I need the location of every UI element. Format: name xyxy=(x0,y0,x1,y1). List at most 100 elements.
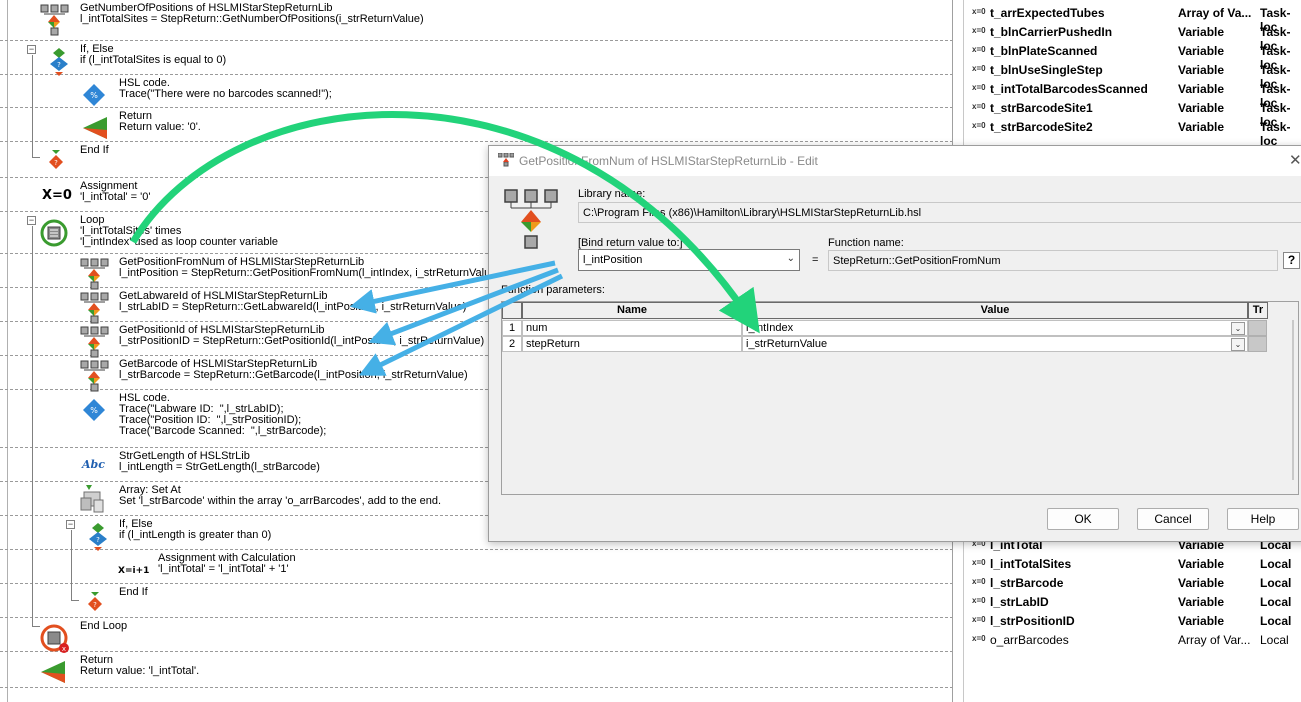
bind-return-combo[interactable]: l_intPosition ⌄ xyxy=(578,249,800,271)
variable-scope: Local xyxy=(1260,557,1292,571)
hsl-code-icon: % xyxy=(82,83,106,110)
method-step[interactable]: % HSL code. Trace("There were no barcodes … xyxy=(0,75,952,110)
tree-connector xyxy=(32,157,40,158)
variable-row[interactable]: x=0 t_strBarcodeSite1 Variable Task-loc xyxy=(964,99,1301,129)
dialog-titlebar[interactable]: GetPositionFromNum of HSLMIStarStepRetur… xyxy=(489,146,1301,176)
help-question-icon[interactable]: ? xyxy=(1283,252,1300,269)
variable-type: Array of Var... xyxy=(1178,633,1251,647)
cancel-button[interactable]: Cancel xyxy=(1137,508,1209,530)
method-step[interactable]: Return Return value: '0'. xyxy=(0,108,952,142)
variable-type-icon: x=0 xyxy=(972,83,986,92)
variable-type: Variable xyxy=(1178,63,1225,77)
variable-type-icon: x=0 xyxy=(972,634,986,643)
variable-type: Variable xyxy=(1178,101,1225,115)
variable-type: Variable xyxy=(1178,576,1225,590)
variable-row[interactable]: x=0 o_arrBarcodes Array of Var... Local xyxy=(964,631,1301,650)
chevron-down-icon[interactable]: ⌄ xyxy=(787,253,795,264)
step-detail: 'l_intTotal' = 'l_intTotal' + '1' xyxy=(158,563,289,575)
method-step[interactable]: GetNumberOfPositions of HSLMIStarStepRet… xyxy=(0,0,952,41)
svg-text:?: ? xyxy=(57,61,61,69)
variable-row[interactable]: x=0 t_blnCarrierPushedIn Variable Task-loc xyxy=(964,23,1301,53)
string-length-icon: Abc xyxy=(82,458,105,471)
method-step[interactable]: ? If, Else if (l_intTotalSites is equal to… xyxy=(0,41,952,76)
function-name-label: Function name: xyxy=(828,237,904,249)
chevron-down-icon[interactable]: ⌄ xyxy=(1231,322,1245,335)
variable-type-icon: x=0 xyxy=(972,102,986,111)
collapse-toggle[interactable]: − xyxy=(27,216,36,225)
step-detail: 'l_intTotal' = '0' xyxy=(80,191,151,203)
grid-header-value[interactable]: Value xyxy=(742,302,1248,319)
variable-type-icon: x=0 xyxy=(972,45,986,54)
loop-icon xyxy=(40,219,68,250)
array-set-icon xyxy=(80,484,106,517)
collapse-toggle[interactable]: − xyxy=(27,45,36,54)
svg-text:?: ? xyxy=(54,159,58,167)
function-name-field[interactable]: StepReturn::GetPositionFromNum xyxy=(828,250,1278,271)
ok-button[interactable]: OK xyxy=(1047,508,1119,530)
variable-type-icon: x=0 xyxy=(972,596,986,605)
step-detail: l_strLabID = StepReturn::GetLabwareId(l_… xyxy=(119,301,467,313)
close-icon[interactable]: ✕ xyxy=(1289,151,1301,169)
param-value-cell[interactable]: i_strReturnValue xyxy=(742,336,1248,352)
variable-name: l_intTotalSites xyxy=(990,557,1072,571)
variable-row[interactable]: x=0 t_blnUseSingleStep Variable Task-loc xyxy=(964,61,1301,91)
method-step[interactable]: Return Return value: 'l_intTotal'. xyxy=(0,652,952,688)
tree-connector xyxy=(32,626,40,627)
grid-header-tr[interactable]: Tr xyxy=(1248,302,1268,319)
step-detail: Trace("There were no barcodes scanned!")… xyxy=(119,88,332,100)
variable-type-icon: x=0 xyxy=(972,7,986,16)
step-detail: Trace("Barcode Scanned: ",l_strBarcode); xyxy=(119,425,327,437)
variable-name: t_intTotalBarcodesScanned xyxy=(990,82,1148,96)
step-detail: 'l_intIndex' used as loop counter variab… xyxy=(80,236,279,248)
variable-type: Variable xyxy=(1178,614,1225,628)
help-button[interactable]: Help xyxy=(1227,508,1299,530)
method-step[interactable]: X=i+1 Assignment with Calculation'l_intTo… xyxy=(0,550,952,584)
variable-row[interactable]: x=0 t_blnPlateScanned Variable Task-loc xyxy=(964,42,1301,72)
variable-scope: Local xyxy=(1260,595,1292,609)
end-if-icon: ? xyxy=(48,149,64,174)
variable-row[interactable]: x=0 t_arrExpectedTubes Array of Va... Task-… xyxy=(964,4,1301,34)
collapse-toggle[interactable]: − xyxy=(66,520,75,529)
grid-scrollbar[interactable] xyxy=(1292,320,1294,480)
variable-type-icon: x=0 xyxy=(972,121,986,130)
library-name-field[interactable]: C:\Program Files (x86)\Hamilton\Library\… xyxy=(578,202,1301,223)
param-name-cell[interactable]: num xyxy=(522,320,742,336)
edit-dialog[interactable]: GetPositionFromNum of HSLMIStarStepRetur… xyxy=(488,145,1301,542)
step-title: End Loop xyxy=(80,620,128,632)
variable-row[interactable]: x=0 l_strBarcode Variable Local xyxy=(964,574,1301,593)
tree-connector xyxy=(32,55,33,157)
step-detail: l_strPositionID = StepReturn::GetPositio… xyxy=(119,335,485,347)
chevron-down-icon[interactable]: ⌄ xyxy=(1231,338,1245,351)
svg-text:?: ? xyxy=(96,536,100,544)
param-name-cell[interactable]: stepReturn xyxy=(522,336,742,352)
param-value-cell[interactable]: l_intIndex xyxy=(742,320,1248,336)
variable-name: t_strBarcodeSite1 xyxy=(990,101,1093,115)
method-step[interactable]: x End Loop xyxy=(0,618,952,653)
grid-header-name[interactable]: Name xyxy=(522,302,742,319)
grid-row-number[interactable]: 1 xyxy=(502,320,522,336)
step-detail: l_strBarcode = StepReturn::GetBarcode(l_… xyxy=(119,369,468,381)
variable-type: Variable xyxy=(1178,120,1225,134)
grid-corner xyxy=(502,302,522,319)
variable-name: o_arrBarcodes xyxy=(990,633,1069,647)
variable-row[interactable]: x=0 l_strPositionID Variable Local xyxy=(964,612,1301,631)
grid-row-number[interactable]: 2 xyxy=(502,336,522,352)
tree-connector xyxy=(71,530,72,600)
variable-row[interactable]: x=0 l_intTotalSites Variable Local xyxy=(964,555,1301,574)
parameters-grid[interactable]: Name Value Tr 1 num l_intIndex ⌄ 2 stepR… xyxy=(501,301,1299,495)
step-detail: l_intLength = StrGetLength(l_strBarcode) xyxy=(119,461,320,473)
variable-type-icon: x=0 xyxy=(972,615,986,624)
variable-row[interactable]: x=0 l_strLabID Variable Local xyxy=(964,593,1301,612)
variable-type: Array of Va... xyxy=(1178,6,1252,20)
step-title: End If xyxy=(80,144,109,156)
variable-name: l_strLabID xyxy=(990,595,1049,609)
variable-row[interactable]: x=0 t_strBarcodeSite2 Variable Task-loc xyxy=(964,118,1301,148)
method-step[interactable]: ? End If xyxy=(0,584,952,618)
variable-scope: Local xyxy=(1260,614,1292,628)
param-tr-cell[interactable] xyxy=(1248,336,1267,352)
step-detail: if (l_intLength is greater than 0) xyxy=(119,529,272,541)
variable-name: t_arrExpectedTubes xyxy=(990,6,1105,20)
variable-row[interactable]: x=0 t_intTotalBarcodesScanned Variable Task… xyxy=(964,80,1301,110)
param-tr-cell[interactable] xyxy=(1248,320,1267,336)
variable-type-icon: x=0 xyxy=(972,558,986,567)
